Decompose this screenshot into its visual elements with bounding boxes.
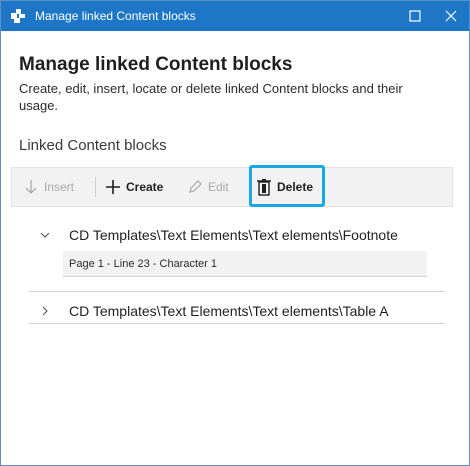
tree-divider bbox=[29, 291, 445, 292]
tree-divider bbox=[29, 323, 445, 324]
content-blocks-tree: CD Templates\Text Elements\Text elements… bbox=[29, 219, 445, 324]
pencil-icon bbox=[186, 178, 204, 196]
maximize-button[interactable] bbox=[397, 1, 433, 31]
plus-icon bbox=[104, 178, 122, 196]
toolbar: Insert Create Edit Delete bbox=[11, 167, 453, 207]
usage-item[interactable]: Page 1 - Line 23 - Character 1 bbox=[63, 251, 427, 277]
app-icon bbox=[11, 9, 25, 23]
usage-label: Page 1 - Line 23 - Character 1 bbox=[69, 257, 217, 270]
close-button[interactable] bbox=[433, 1, 469, 31]
insert-button[interactable]: Insert bbox=[22, 168, 74, 206]
page-description: Create, edit, insert, locate or delete l… bbox=[19, 81, 403, 113]
chevron-right-icon[interactable] bbox=[39, 305, 51, 317]
chevron-down-icon[interactable] bbox=[39, 229, 51, 241]
close-icon bbox=[445, 10, 457, 22]
page-title: Manage linked Content blocks bbox=[19, 54, 293, 75]
dialog-window: Manage linked Content blocks Manage link… bbox=[0, 0, 470, 466]
edit-button[interactable]: Edit bbox=[186, 168, 229, 206]
insert-label: Insert bbox=[44, 180, 75, 194]
window-title: Manage linked Content blocks bbox=[35, 9, 196, 23]
create-label: Create bbox=[126, 180, 164, 194]
maximize-icon bbox=[409, 10, 421, 22]
title-bar[interactable]: Manage linked Content blocks bbox=[1, 1, 469, 31]
tree-item[interactable]: CD Templates\Text Elements\Text elements… bbox=[29, 219, 445, 295]
tree-item-label: CD Templates\Text Elements\Text elements… bbox=[69, 227, 398, 243]
toolbar-separator bbox=[95, 177, 96, 197]
tree-item-label: CD Templates\Text Elements\Text elements… bbox=[69, 303, 389, 319]
header: Manage linked Content blocks Create, edi… bbox=[19, 54, 451, 114]
create-button[interactable]: Create bbox=[104, 168, 163, 206]
delete-highlight bbox=[249, 165, 325, 207]
arrow-down-icon bbox=[22, 178, 40, 196]
edit-label: Edit bbox=[208, 180, 229, 194]
section-label: Linked Content blocks bbox=[19, 137, 167, 154]
